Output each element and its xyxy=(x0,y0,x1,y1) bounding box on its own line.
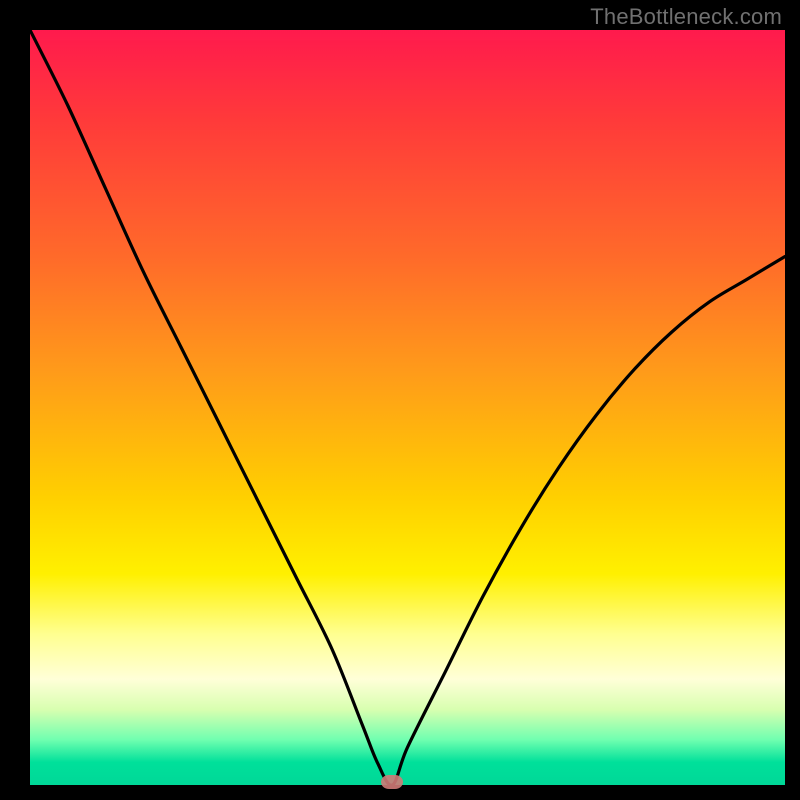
plot-area xyxy=(30,30,785,785)
min-marker xyxy=(381,775,403,789)
curve-svg xyxy=(30,30,785,785)
chart-frame: TheBottleneck.com xyxy=(0,0,800,800)
bottleneck-curve xyxy=(30,30,785,785)
watermark-text: TheBottleneck.com xyxy=(590,4,782,30)
